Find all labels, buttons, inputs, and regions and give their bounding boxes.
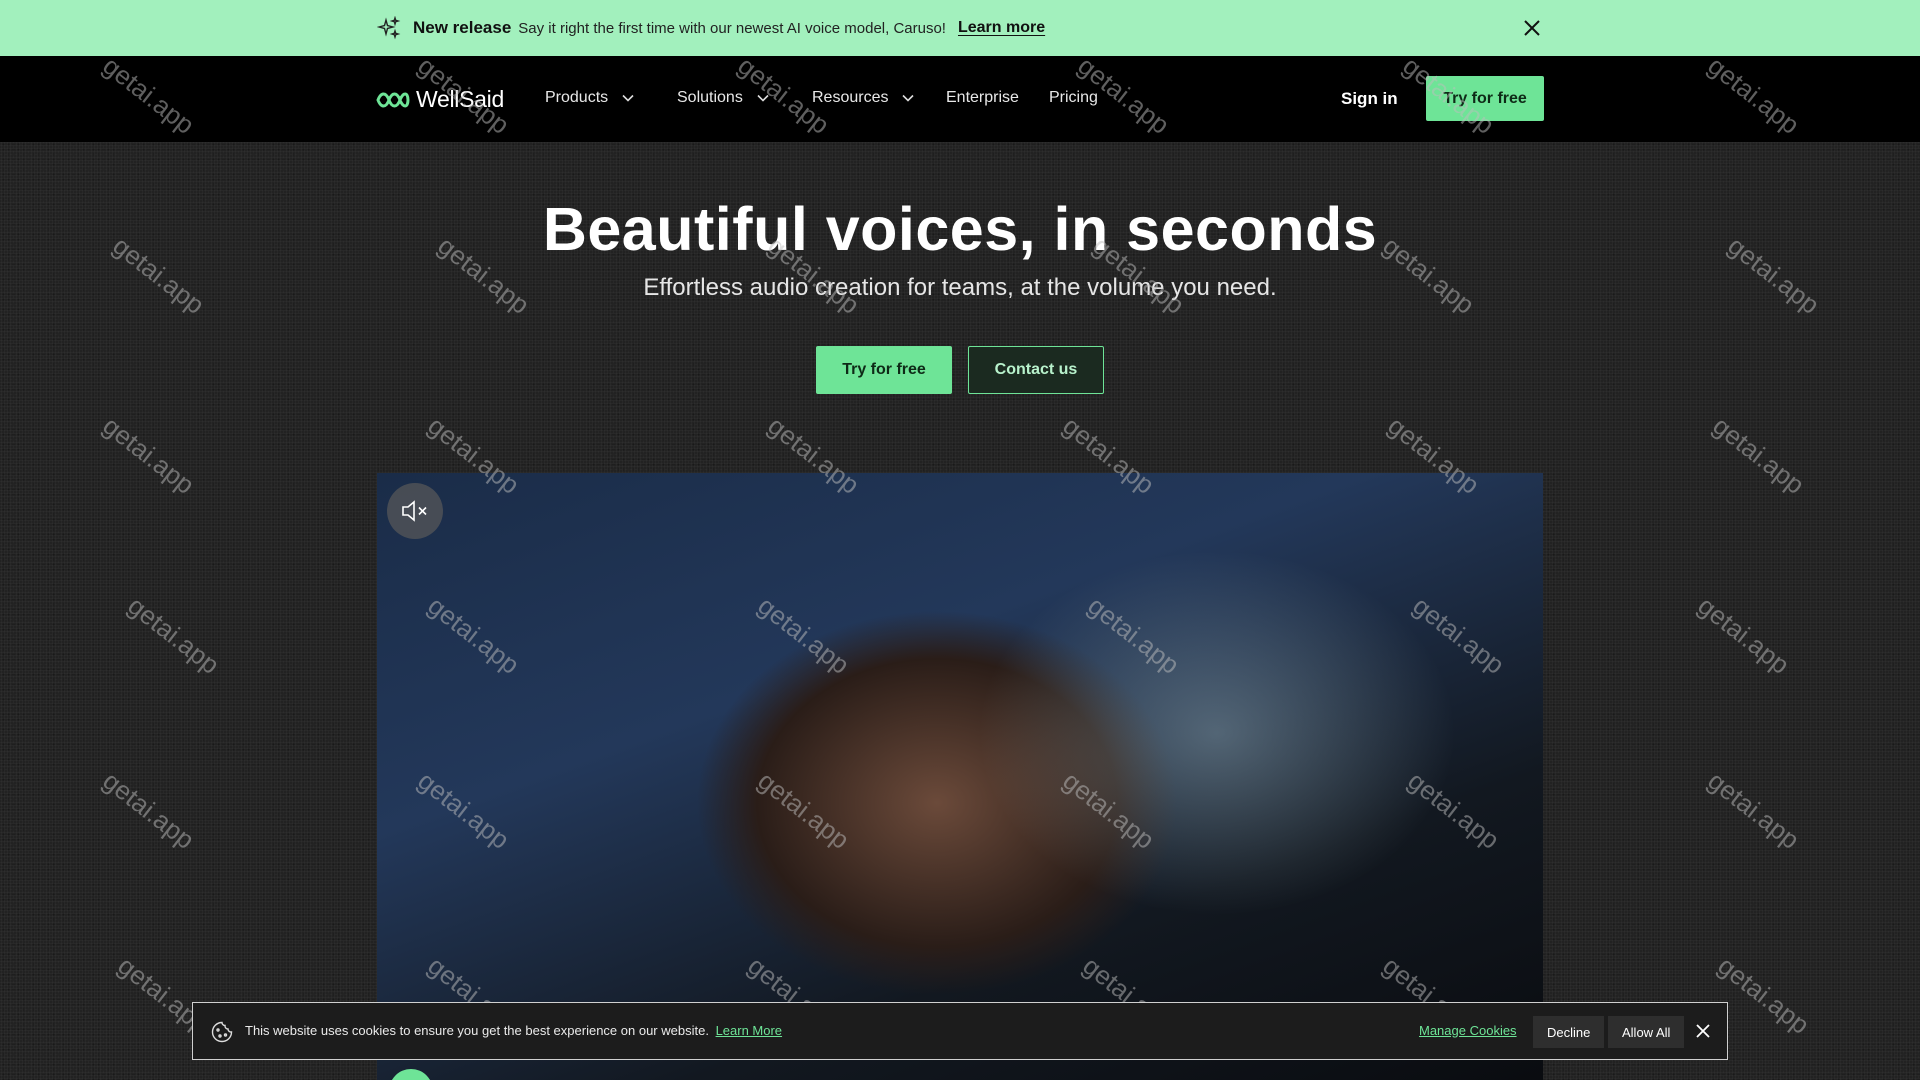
nav-item-label: Pricing [1049, 89, 1098, 106]
watermark-text: getai.app [1707, 410, 1811, 500]
nav-item-enterprise[interactable]: Enterprise [946, 89, 1019, 107]
watermark-text: getai.app [97, 765, 201, 855]
cookie-learn-more-link[interactable]: Learn More [716, 1023, 782, 1038]
chevron-down-icon [902, 94, 915, 102]
nav-item-label: Solutions [677, 89, 743, 106]
banner-learn-more-link[interactable]: Learn more [958, 19, 1045, 37]
speaker-muted-icon [402, 500, 427, 522]
wellsaid-logo[interactable]: WellSaid [376, 86, 504, 113]
allow-all-button[interactable]: Allow All [1608, 1016, 1685, 1048]
chevron-down-icon [622, 94, 634, 102]
cookie-message: This website uses cookies to ensure you … [245, 1023, 782, 1038]
hero-video[interactable] [377, 473, 1543, 1080]
play-indicator[interactable] [389, 1069, 433, 1080]
mute-button[interactable] [387, 483, 443, 539]
nav-try-free-button[interactable]: Try for free [1426, 76, 1544, 121]
banner-content: New release Say it right the first time … [377, 0, 1045, 56]
top-navigation: WellSaid Products Solutions Resources En… [0, 56, 1920, 142]
watermark-text: getai.app [122, 590, 226, 680]
sign-in-link[interactable]: Sign in [1341, 89, 1398, 109]
nav-item-pricing[interactable]: Pricing [1049, 89, 1098, 107]
banner-text: Say it right the first time with our new… [518, 19, 946, 37]
cookie-message-text: This website uses cookies to ensure you … [245, 1023, 709, 1038]
hero-subtitle: Effortless audio creation for teams, at … [643, 274, 1277, 301]
decline-button[interactable]: Decline [1533, 1016, 1605, 1048]
nav-item-label: Resources [812, 89, 889, 106]
try-free-button[interactable]: Try for free [816, 346, 952, 394]
nav-item-solutions[interactable]: Solutions [677, 89, 769, 107]
nav-item-label: Enterprise [946, 89, 1019, 106]
sparkle-icon [377, 16, 401, 40]
close-icon[interactable] [1520, 16, 1544, 40]
watermark-text: getai.app [97, 410, 201, 500]
hero-title: Beautiful voices, in seconds [542, 195, 1378, 263]
watermark-text: getai.app [1692, 590, 1796, 680]
nav-item-resources[interactable]: Resources [812, 89, 915, 107]
banner-title: New release [413, 18, 512, 37]
logo-mark-icon [376, 92, 410, 107]
logo-text: WellSaid [416, 86, 504, 112]
announcement-banner: New release Say it right the first time … [0, 0, 1920, 56]
close-icon[interactable] [1695, 1023, 1711, 1039]
manage-cookies-link[interactable]: Manage Cookies [1419, 1023, 1517, 1038]
nav-item-products[interactable]: Products [545, 89, 634, 107]
cookie-consent-bar: This website uses cookies to ensure you … [192, 1002, 1728, 1060]
nav-item-label: Products [545, 89, 609, 106]
chevron-down-icon [757, 94, 769, 102]
contact-us-button[interactable]: Contact us [968, 346, 1104, 394]
cookie-icon [211, 1021, 233, 1043]
watermark-text: getai.app [1702, 765, 1806, 855]
